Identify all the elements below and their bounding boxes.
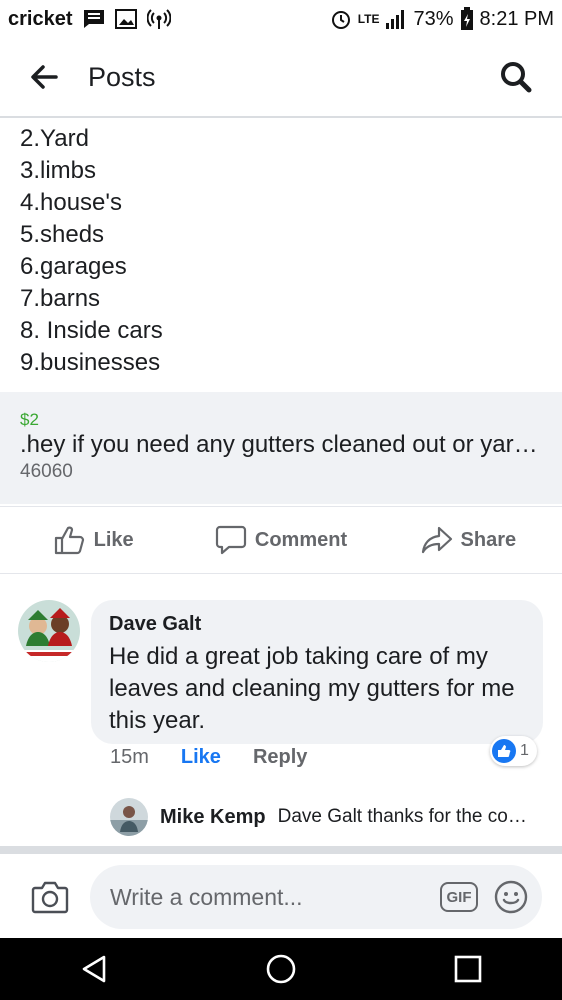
preview-price: $2: [20, 410, 39, 429]
section-divider: [0, 846, 562, 854]
comment-reply-button[interactable]: Reply: [253, 746, 307, 769]
share-button[interactable]: Share: [375, 525, 562, 555]
nav-home-icon: [266, 954, 296, 984]
comment-author[interactable]: Dave Galt: [109, 612, 525, 636]
reply-author: Mike Kemp: [160, 805, 266, 828]
like-label: Like: [93, 528, 134, 551]
reply-preview[interactable]: Mike Kemp Dave Galt thanks for the compl…: [110, 798, 540, 836]
post-text: 2.Yard 3.limbs 4.house's 5.sheds 6.garag…: [20, 123, 163, 379]
comment-label: Comment: [254, 528, 348, 551]
camera-icon: [31, 881, 69, 914]
comment-bubble[interactable]: Dave Galt He did a great job taking care…: [91, 600, 543, 744]
search-icon: [501, 62, 532, 93]
battery-icon: [460, 7, 474, 31]
comment-input[interactable]: [110, 883, 440, 911]
camera-button[interactable]: [28, 875, 72, 919]
comment-icon: [215, 525, 246, 555]
battery-percent: 73%: [413, 7, 454, 30]
nav-home-button[interactable]: [251, 939, 311, 999]
list-item: 4.house's: [20, 189, 122, 216]
avatar[interactable]: [18, 600, 80, 662]
search-button[interactable]: [492, 53, 540, 101]
signal-icon: [385, 8, 407, 30]
comment-text: He did a great job taking care of my lea…: [109, 643, 515, 734]
back-arrow-icon: [31, 65, 58, 89]
comment-button[interactable]: Comment: [187, 525, 374, 555]
share-label: Share: [460, 528, 517, 551]
nav-back-button[interactable]: [64, 939, 124, 999]
gif-button[interactable]: GIF: [440, 882, 478, 912]
carrier-label: cricket: [8, 7, 73, 30]
comment-time: 15m: [110, 746, 149, 768]
reply-avatar: [110, 798, 148, 836]
alarm-icon: [330, 8, 352, 30]
nav-back-icon: [82, 955, 105, 983]
list-item: 9.businesses: [20, 349, 161, 376]
nav-recents-button[interactable]: [438, 939, 498, 999]
app-header: Posts: [0, 38, 562, 118]
message-icon: [83, 9, 105, 29]
comment-meta: 15m Like Reply: [110, 746, 307, 769]
emoji-button[interactable]: [494, 880, 528, 914]
hotspot-icon: [146, 8, 171, 30]
nav-recents-icon: [455, 955, 482, 983]
gif-icon: GIF: [446, 888, 472, 906]
marketplace-preview[interactable]: $2 .hey if you need any gutters cleaned …: [0, 392, 562, 504]
list-item: 6.garages: [20, 253, 127, 280]
back-button[interactable]: [20, 53, 68, 101]
list-item: 2.Yard: [20, 125, 89, 152]
system-nav-bar: [0, 938, 562, 1000]
status-bar: cricket LTE 73% 8:21 PM: [0, 0, 562, 38]
reply-text: Dave Galt thanks for the compliment: [277, 806, 540, 827]
reaction-badge[interactable]: 1: [490, 736, 537, 766]
post-actions: Like Comment Share: [0, 506, 562, 574]
page-title: Posts: [88, 61, 156, 92]
like-icon: [54, 526, 84, 555]
status-left: cricket: [8, 8, 171, 31]
preview-title: .hey if you need any gutters cleaned out…: [20, 431, 542, 458]
clock: 8:21 PM: [479, 7, 554, 30]
comment-like-button[interactable]: Like: [181, 746, 221, 769]
preview-subtitle: 46060: [20, 461, 73, 482]
list-item: 5.sheds: [20, 221, 105, 248]
list-item: 8. Inside cars: [20, 317, 163, 344]
share-icon: [421, 526, 452, 554]
image-icon: [114, 9, 137, 29]
like-button[interactable]: Like: [0, 525, 187, 555]
list-item: 3.limbs: [20, 157, 97, 184]
comment-composer: GIF: [0, 856, 562, 938]
reaction-count: 1: [520, 742, 529, 759]
status-right: LTE 73% 8:21 PM: [330, 7, 554, 31]
like-reaction-icon: [492, 739, 516, 763]
comment-input-wrapper: GIF: [90, 865, 542, 929]
emoji-icon: [494, 880, 528, 914]
network-label: LTE: [357, 12, 380, 26]
list-item: 7.barns: [20, 285, 101, 312]
